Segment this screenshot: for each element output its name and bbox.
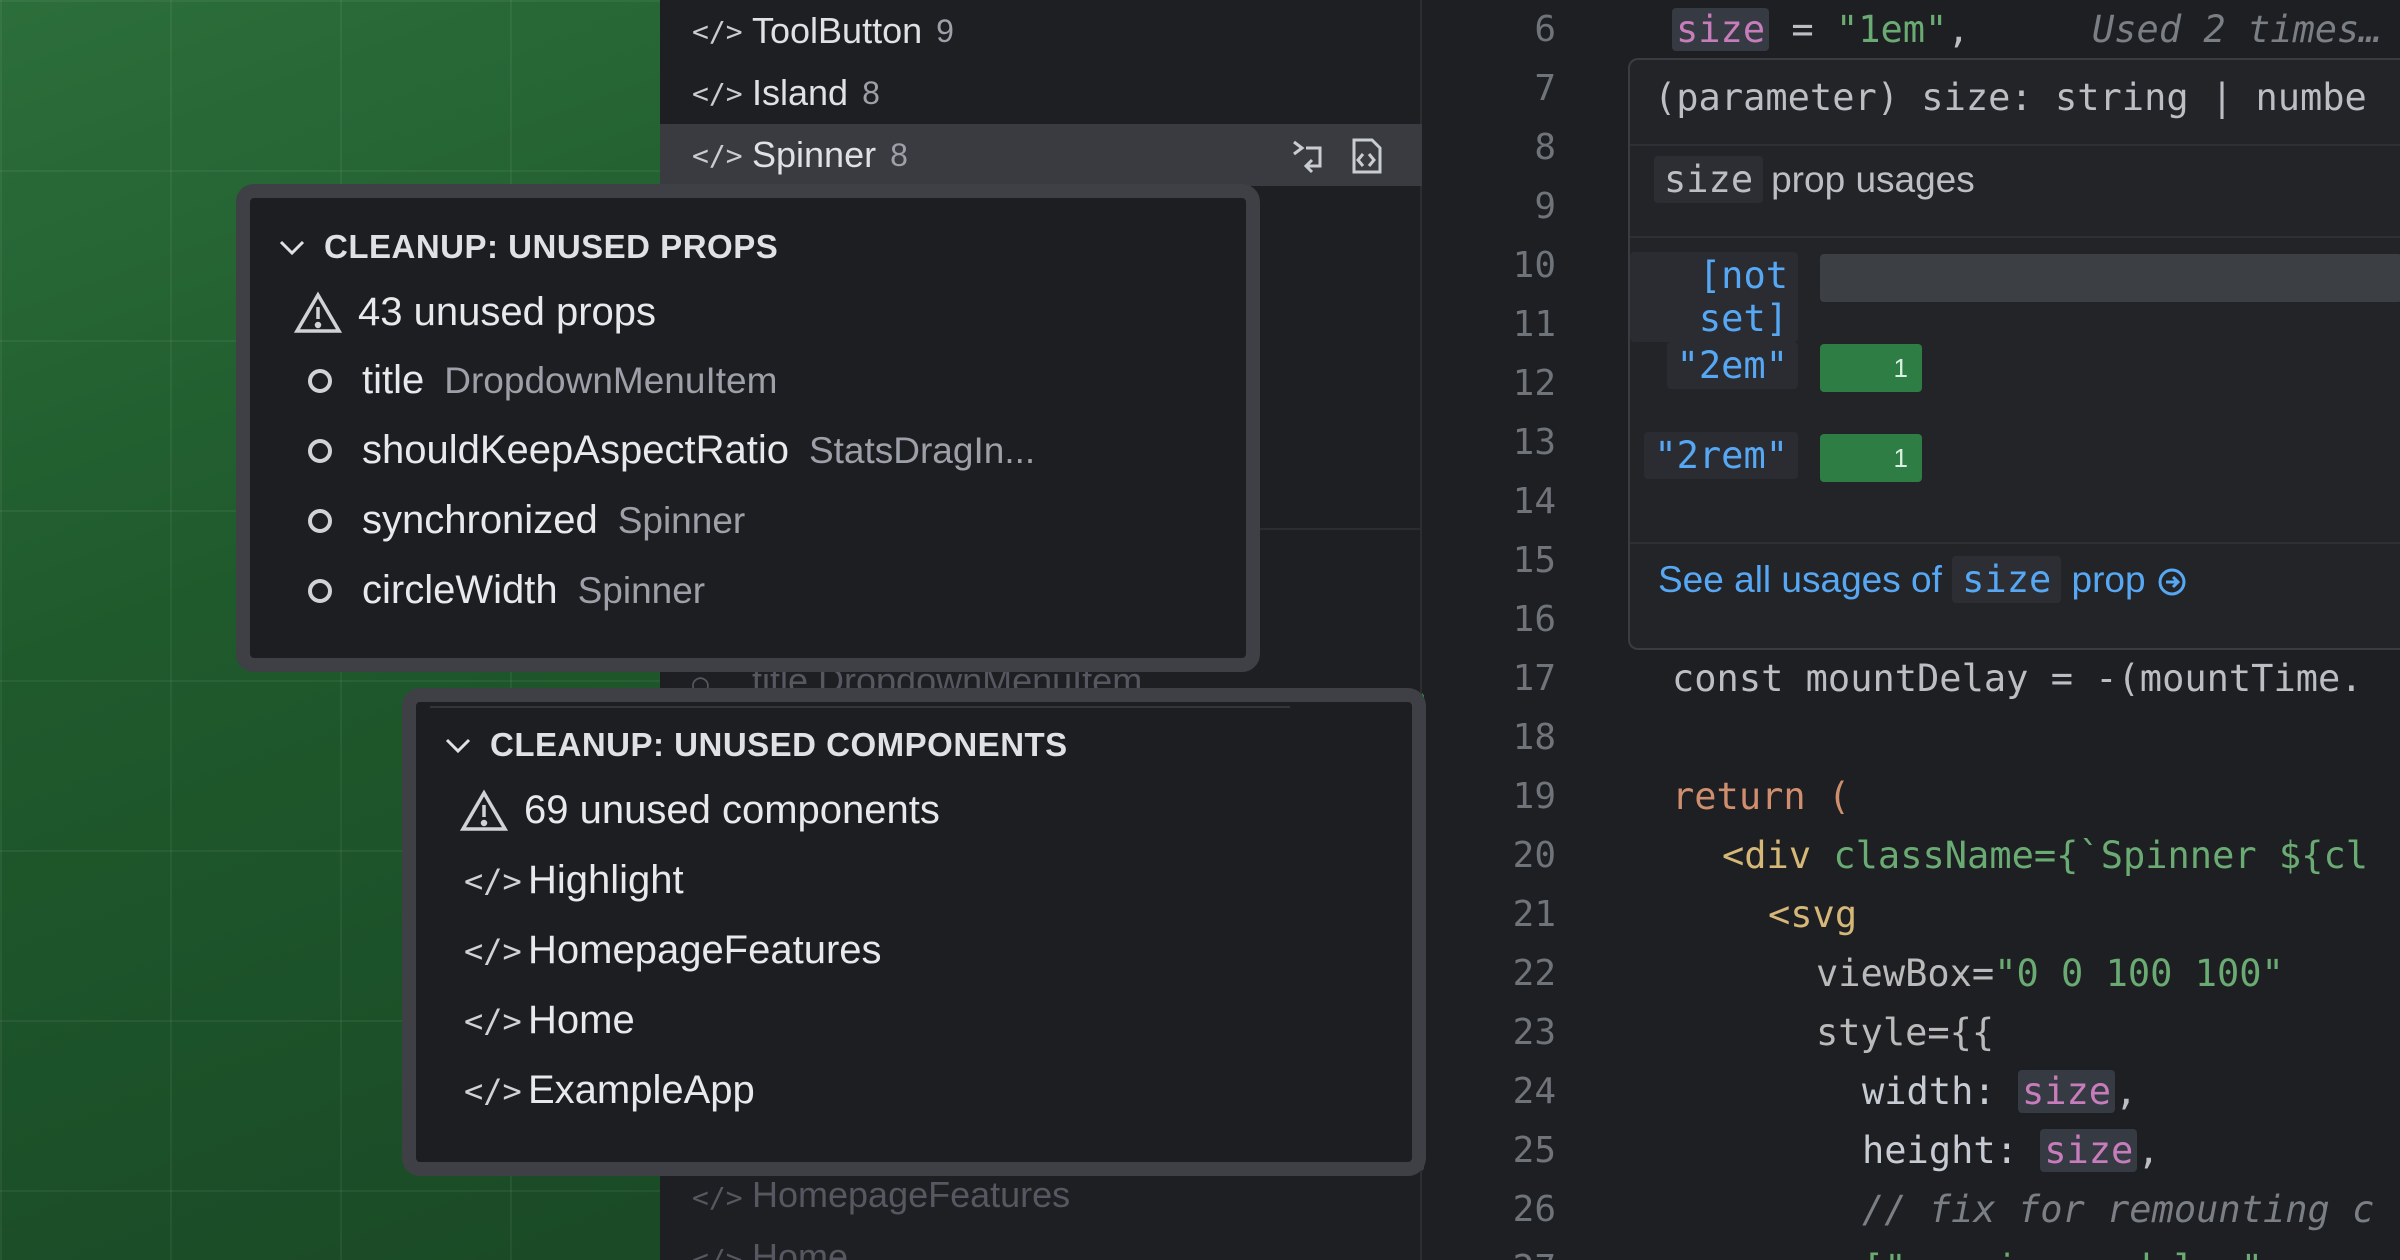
code-line: ["--spinner-delay" as s xyxy=(1862,1239,2374,1260)
circle-icon xyxy=(298,368,362,393)
row-actions xyxy=(1288,136,1386,176)
unused-component-item[interactable]: </> Home xyxy=(464,998,635,1043)
code-line: const mountDelay = -(mountTime. xyxy=(1672,657,2363,700)
unused-components-panel: CLEANUP: UNUSED COMPONENTS 69 unused com… xyxy=(400,686,1428,1178)
line-number: 12 xyxy=(1512,363,1556,404)
unused-props-summary[interactable]: 43 unused props xyxy=(294,290,656,335)
tree-row-island[interactable]: </> Island 8 xyxy=(660,62,1422,124)
circle-icon xyxy=(298,508,362,533)
usage-label: [not set] xyxy=(1630,252,1798,342)
tree-row-count: 8 xyxy=(862,74,880,111)
usage-label: "2em" xyxy=(1666,342,1798,389)
line-number: 25 xyxy=(1512,1130,1556,1171)
circle-icon xyxy=(298,438,362,463)
code-icon: </> xyxy=(692,138,743,172)
popup-divider xyxy=(1630,144,2400,146)
ghost-row: </> Home xyxy=(692,1236,848,1260)
code-line: size = "1em", xyxy=(1672,0,1970,59)
line-number: 19 xyxy=(1512,776,1556,817)
tree-row-count: 9 xyxy=(936,12,954,49)
code-file-icon[interactable] xyxy=(1346,136,1386,176)
code-icon: </> xyxy=(464,931,522,970)
code-icon: </> xyxy=(692,1243,743,1260)
tree-row-count: 8 xyxy=(890,136,908,173)
chevron-down-icon xyxy=(445,738,471,754)
tree-row-label: Spinner xyxy=(752,134,877,175)
usage-label: "2rem" xyxy=(1644,432,1798,479)
tree-row-label: ToolButton xyxy=(752,10,923,51)
line-number: 27 xyxy=(1424,1239,1556,1260)
code-icon: </> xyxy=(692,1181,743,1214)
unused-components-header[interactable]: CLEANUP: UNUSED COMPONENTS xyxy=(442,726,1068,764)
popup-divider xyxy=(1630,236,2400,238)
chevron-down-icon xyxy=(279,240,305,256)
line-number: 18 xyxy=(1512,717,1556,758)
inlay-usage-hint[interactable]: Used 2 times… xyxy=(2092,0,2382,59)
line-number: 15 xyxy=(1512,540,1556,581)
line-number: 11 xyxy=(1512,304,1556,345)
code-line: // fix for remounting c xyxy=(1862,1188,2375,1231)
unused-prop-item[interactable]: synchronized Spinner xyxy=(298,498,745,543)
code-icon: </> xyxy=(692,14,743,48)
code-line: height: size, xyxy=(1862,1129,2160,1172)
prop-usages-popup: (parameter) size: string | numbe size pro… xyxy=(1628,58,2400,650)
parameter-signature: (parameter) size: string | numbe xyxy=(1654,76,2367,119)
usage-bar: 1 xyxy=(1820,434,1922,482)
see-all-usages-link[interactable]: See all usages of size prop xyxy=(1658,556,2188,603)
tree-row-spinner[interactable]: </> Spinner 8 xyxy=(660,124,1422,186)
line-number: 21 xyxy=(1512,894,1556,935)
circle-icon xyxy=(298,578,362,603)
unused-prop-item[interactable]: title DropdownMenuItem xyxy=(298,358,777,403)
line-number: 6 xyxy=(1534,9,1556,50)
usage-bar: 1 xyxy=(1820,344,1922,392)
line-number: 10 xyxy=(1512,245,1556,286)
popup-divider xyxy=(1630,542,2400,544)
line-number: 16 xyxy=(1512,599,1556,640)
warning-icon xyxy=(294,291,358,335)
ghost-row: </> HomepageFeatures xyxy=(692,1174,1071,1215)
unused-component-item[interactable]: </> HomepageFeatures xyxy=(464,928,882,973)
code-icon: </> xyxy=(464,1071,522,1110)
unused-prop-item[interactable]: shouldKeepAspectRatio StatsDragIn... xyxy=(298,428,1035,473)
arrow-circle-right-icon xyxy=(2158,568,2186,596)
line-number: 9 xyxy=(1534,186,1556,227)
unused-prop-item[interactable]: circleWidth Spinner xyxy=(298,568,705,613)
unused-props-panel: CLEANUP: UNUSED PROPS 43 unused props ti… xyxy=(234,182,1262,674)
line-number: 20 xyxy=(1512,835,1556,876)
popup-title: size prop usages xyxy=(1654,156,1975,203)
unused-component-item[interactable]: </> Highlight xyxy=(464,858,684,903)
code-line: width: size, xyxy=(1862,1070,2138,1113)
panel-divider xyxy=(430,706,1290,708)
line-number: 7 xyxy=(1534,68,1556,109)
code-icon: </> xyxy=(464,1001,522,1040)
line-number: 23 xyxy=(1512,1012,1556,1053)
code-line: <div className={`Spinner ${cl xyxy=(1722,834,2369,877)
line-number: 13 xyxy=(1512,422,1556,463)
unused-props-header[interactable]: CLEANUP: UNUSED PROPS xyxy=(276,228,778,266)
tree-row-toolbutton[interactable]: </> ToolButton 9 xyxy=(660,0,1422,62)
code-line: return ( xyxy=(1672,775,1851,818)
line-number: 8 xyxy=(1534,127,1556,168)
code-icon: </> xyxy=(464,861,522,900)
tree-row-label: Island xyxy=(752,72,849,113)
line-number: 17 xyxy=(1512,658,1556,699)
warning-icon xyxy=(460,789,524,833)
unused-components-summary[interactable]: 69 unused components xyxy=(460,788,940,833)
tree-locate-icon[interactable] xyxy=(1288,136,1328,176)
line-number: 14 xyxy=(1512,481,1556,522)
code-line: style={{ xyxy=(1816,1011,1995,1054)
line-number: 24 xyxy=(1512,1071,1556,1112)
code-line: <svg xyxy=(1768,893,1858,936)
line-number: 26 xyxy=(1512,1189,1556,1230)
usage-bar xyxy=(1820,254,2400,302)
code-icon: </> xyxy=(692,76,743,110)
unused-component-item[interactable]: </> ExampleApp xyxy=(464,1068,755,1113)
line-number: 22 xyxy=(1512,953,1556,994)
code-line: viewBox="0 0 100 100" xyxy=(1816,952,2284,995)
